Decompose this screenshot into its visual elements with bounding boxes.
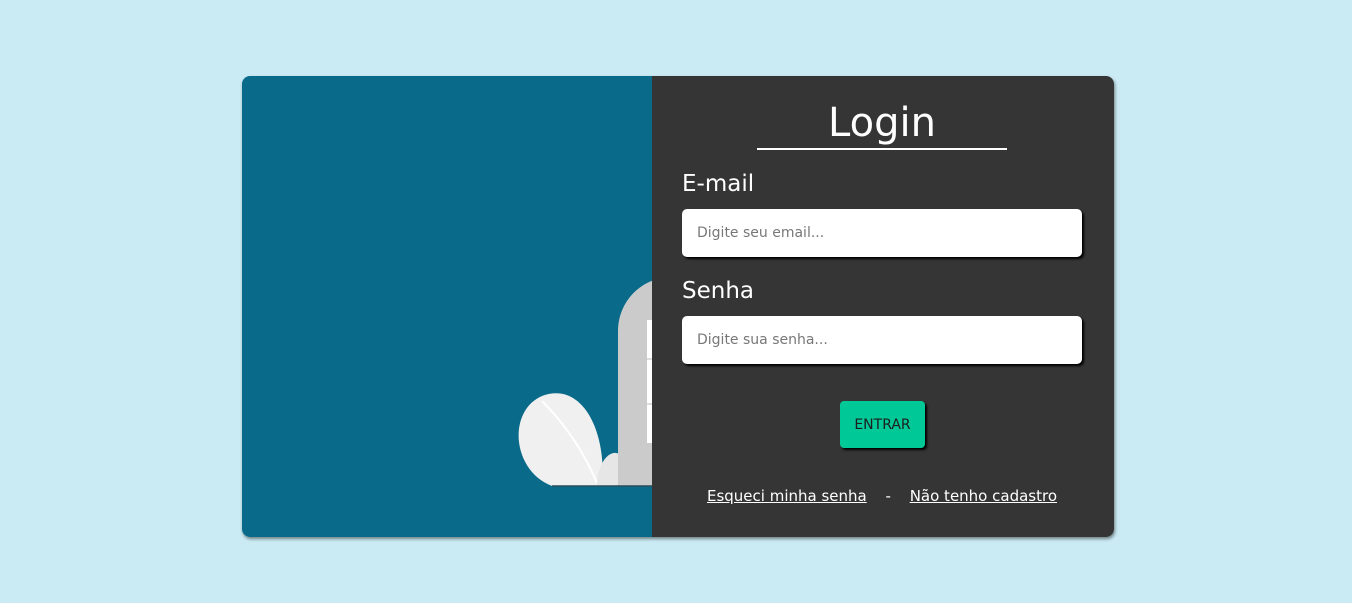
register-link[interactable]: Não tenho cadastro — [910, 487, 1057, 505]
password-input[interactable] — [682, 316, 1082, 364]
auth-links: Esqueci minha senha - Não tenho cadastro — [652, 487, 1112, 505]
login-card: Login E-mail Senha ENTRAR Esqueci minha … — [242, 76, 1114, 537]
illustration-panel — [242, 76, 863, 537]
login-form-panel: Login E-mail Senha ENTRAR Esqueci minha … — [652, 76, 1114, 537]
password-label: Senha — [682, 278, 754, 304]
link-separator: - — [885, 487, 891, 505]
forgot-password-link[interactable]: Esqueci minha senha — [707, 487, 867, 505]
submit-button[interactable]: ENTRAR — [840, 401, 925, 448]
email-input[interactable] — [682, 209, 1082, 257]
login-title: Login — [757, 98, 1007, 150]
email-label: E-mail — [682, 171, 755, 197]
